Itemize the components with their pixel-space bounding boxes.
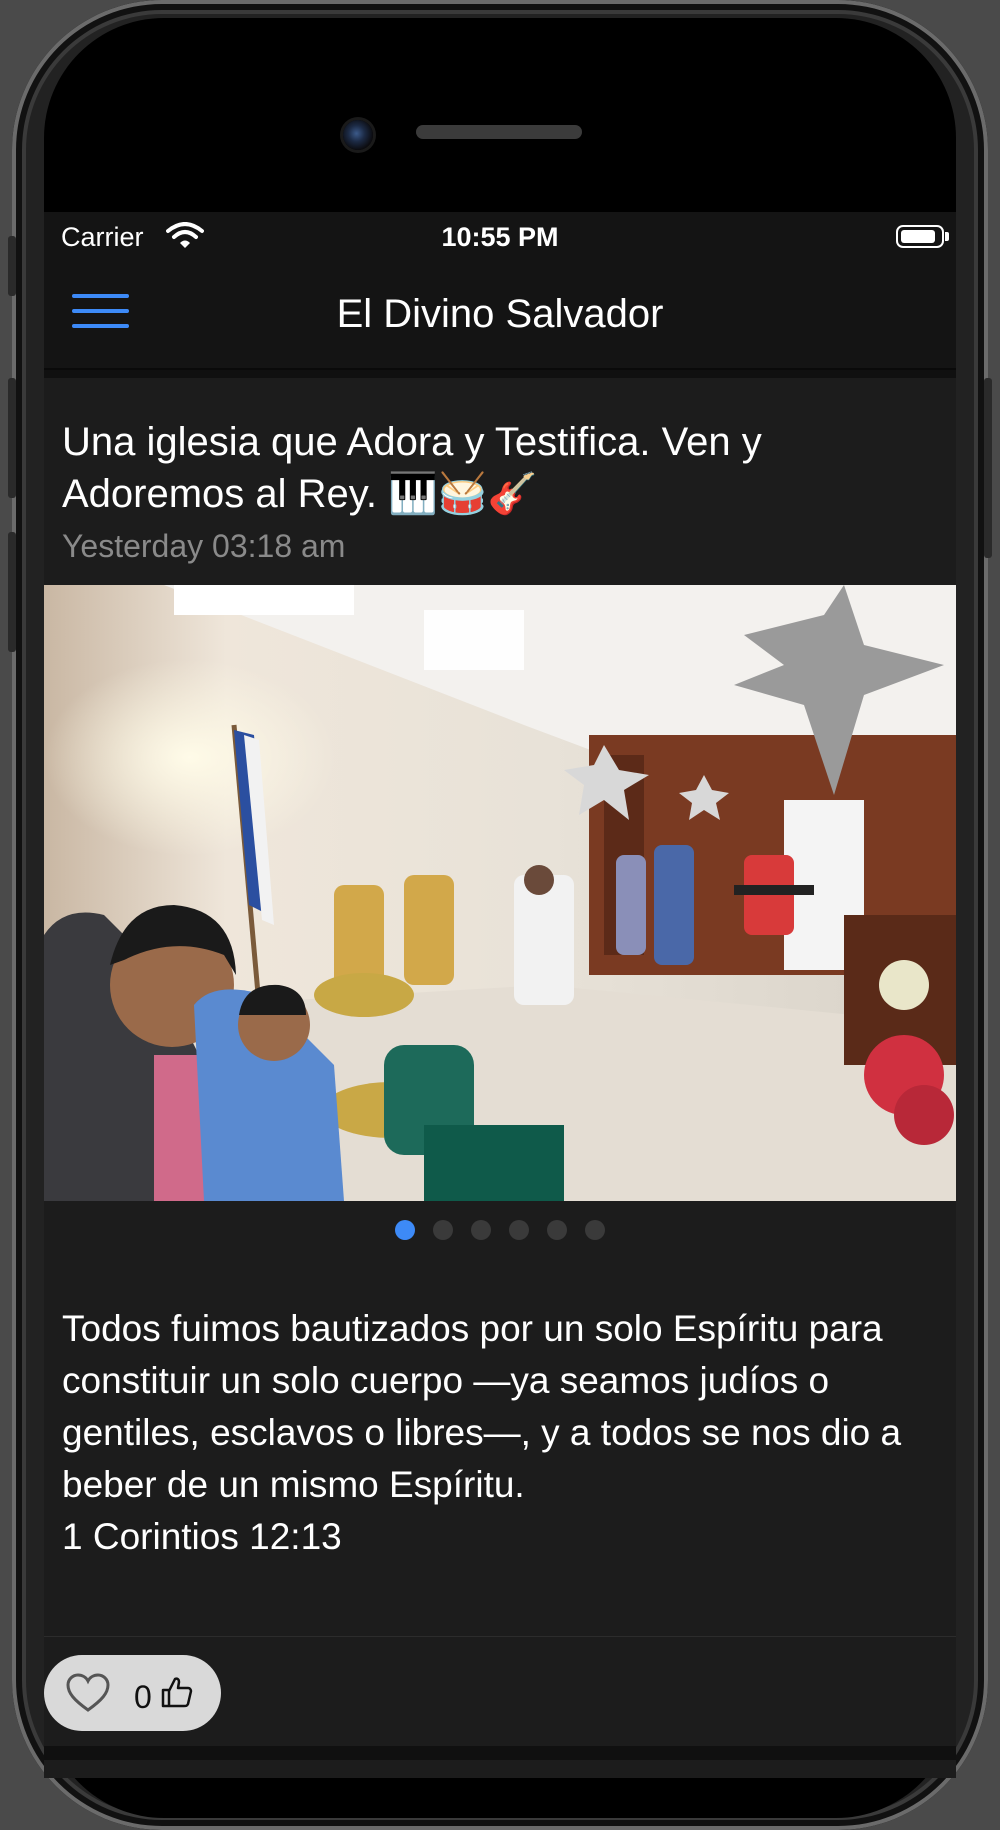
volume-down-button xyxy=(8,532,16,652)
carousel-dot[interactable] xyxy=(509,1220,529,1240)
post-body-text: Todos fuimos bautizados por un solo Espí… xyxy=(62,1308,902,1505)
post-timestamp: Yesterday 03:18 am xyxy=(62,528,346,564)
like-count: 0 xyxy=(134,1679,152,1715)
mute-switch xyxy=(8,236,16,296)
like-button[interactable]: 0 xyxy=(44,1655,221,1731)
post-title: Una iglesia que Adora y Testifica. Ven y… xyxy=(62,420,762,516)
front-camera xyxy=(343,120,373,150)
post-reference: 1 Corintios 12:13 xyxy=(62,1516,342,1557)
earpiece-speaker xyxy=(416,125,582,139)
thumbs-up-icon xyxy=(160,1675,194,1714)
power-button xyxy=(984,378,992,558)
next-post-card xyxy=(44,1760,956,1778)
card-divider xyxy=(44,1636,956,1637)
battery-level xyxy=(901,230,935,243)
post-body: Todos fuimos bautizados por un solo Espí… xyxy=(62,1303,942,1563)
post-card: Una iglesia que Adora y Testifica. Ven y… xyxy=(44,378,956,1746)
app-screen: Carrier 10:55 PM El Divino Salvador Una … xyxy=(44,212,956,1778)
status-time: 10:55 PM xyxy=(441,222,559,252)
battery-terminal xyxy=(945,232,949,241)
carousel-dot[interactable] xyxy=(585,1220,605,1240)
heart-icon xyxy=(66,1673,110,1718)
page-title: El Divino Salvador xyxy=(336,292,664,336)
volume-up-button xyxy=(8,378,16,498)
battery-icon xyxy=(896,225,944,248)
carousel-dot[interactable] xyxy=(433,1220,453,1240)
status-bar: Carrier 10:55 PM xyxy=(44,212,956,264)
navigation-bar: El Divino Salvador xyxy=(44,264,956,370)
post-photo[interactable] xyxy=(44,585,956,1201)
carousel-dot[interactable] xyxy=(395,1220,415,1240)
carousel-indicator xyxy=(44,1220,956,1240)
carousel-dot[interactable] xyxy=(471,1220,491,1240)
carousel-dot[interactable] xyxy=(547,1220,567,1240)
